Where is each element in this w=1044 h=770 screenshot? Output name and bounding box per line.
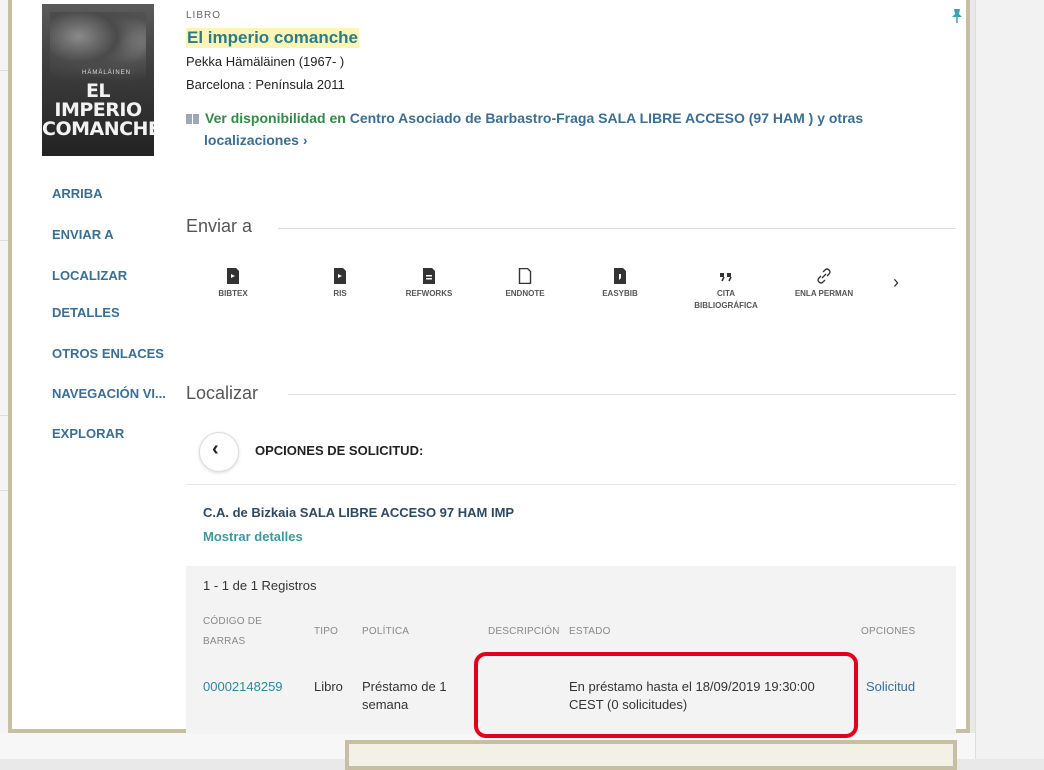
easybib-icon xyxy=(614,268,626,284)
chevron-left-icon: ‹ xyxy=(212,438,219,460)
location-name: C.A. de Bizkaia SALA LIBRE ACCESO 97 HAM… xyxy=(203,505,515,520)
availability-line[interactable]: Ver disponibilidad en Centro Asociado de… xyxy=(186,107,926,151)
send-endnote-button[interactable]: ENDNOTE xyxy=(490,268,560,300)
cover-title: EL IMPERIO COMANCHE xyxy=(42,82,154,139)
book-icon xyxy=(186,114,199,124)
send-easybib-label: EASYBIB xyxy=(602,289,638,298)
column-description: DESCRIPCIÓN xyxy=(488,626,560,637)
item-type: Libro xyxy=(314,679,343,694)
nav-item-arriba[interactable]: ARRIBA xyxy=(52,186,103,201)
nav-item-enviar[interactable]: ENVIAR A xyxy=(52,227,114,242)
nav-item-navegacion[interactable]: NAVEGACIÓN VI... xyxy=(52,386,166,401)
other-locations-link[interactable]: localizaciones › xyxy=(204,132,308,148)
locate-title: Localizar xyxy=(186,383,259,403)
show-details-link[interactable]: Mostrar detalles xyxy=(203,529,303,544)
send-endnote-label: ENDNOTE xyxy=(505,289,545,298)
records-count: 1 - 1 de 1 Registros xyxy=(203,578,317,593)
request-options-title: OPCIONES DE SOLICITUD: xyxy=(255,443,424,458)
other-locations-label: localizaciones xyxy=(204,132,299,148)
column-barcode: CÓDIGO DE BARRAS xyxy=(203,616,263,647)
send-bibtex-button[interactable]: BIBTEX xyxy=(198,268,268,300)
column-type: TIPO xyxy=(314,626,339,637)
pin-icon[interactable] xyxy=(950,8,964,24)
availability-prefix: Ver disponibilidad en xyxy=(205,110,346,126)
send-citation-label: CITA BIBLIOGRÁFICA xyxy=(694,289,758,310)
send-refworks-label: REFWORKS xyxy=(405,289,453,298)
send-permalink-button[interactable]: ENLA PERMAN xyxy=(794,268,854,300)
nav-item-otros-enlaces[interactable]: OTROS ENLACES xyxy=(52,346,164,361)
bibtex-icon xyxy=(227,268,239,284)
column-options: OPCIONES xyxy=(861,626,916,637)
nav-item-detalles[interactable]: DETALLES xyxy=(52,305,120,320)
send-citation-button[interactable]: CITA BIBLIOGRÁFICA xyxy=(691,268,761,312)
chevron-right-icon: › xyxy=(302,132,308,148)
quote-icon xyxy=(720,273,732,282)
nav-item-explorar[interactable]: EXPLORAR xyxy=(52,426,124,441)
item-policy: Préstamo de 1 semana xyxy=(362,679,447,712)
cover-title-line1: EL IMPERIO xyxy=(54,80,142,121)
send-to-title: Enviar a xyxy=(186,216,253,236)
cover-author: HÄMÄLÄINEN xyxy=(82,70,132,76)
item-barcode[interactable]: 00002148259 xyxy=(203,678,283,696)
send-ris-button[interactable]: RIS xyxy=(305,268,375,300)
record-type: LIBRO xyxy=(186,10,222,21)
availability-location[interactable]: Centro Asociado de Barbastro-Fraga SALA … xyxy=(350,110,863,126)
bottom-callout-box xyxy=(345,740,957,770)
record-author: Pekka Hämäläinen (1967- ) xyxy=(186,54,345,69)
request-link[interactable]: Solicitud xyxy=(866,678,915,696)
book-cover[interactable]: HÄMÄLÄINEN EL IMPERIO COMANCHE xyxy=(42,4,154,156)
section-divider xyxy=(278,228,956,229)
send-ris-label: RIS xyxy=(333,289,347,298)
send-permalink-label: ENLA PERMAN xyxy=(794,289,854,298)
record-title[interactable]: El imperio comanche xyxy=(186,28,359,48)
column-status: ESTADO xyxy=(569,626,611,637)
nav-item-localizar[interactable]: LOCALIZAR xyxy=(52,268,127,283)
back-button[interactable]: ‹ xyxy=(199,432,239,472)
endnote-icon xyxy=(518,268,532,284)
send-refworks-button[interactable]: REFWORKS xyxy=(394,268,464,300)
background-page-right xyxy=(975,0,1044,759)
status-highlight xyxy=(474,652,858,738)
link-icon xyxy=(817,268,831,284)
section-divider xyxy=(288,394,956,395)
cover-title-line2: COMANCHE xyxy=(42,118,154,140)
record-publication: Barcelona : Península 2011 xyxy=(186,77,345,92)
send-easybib-button[interactable]: EASYBIB xyxy=(585,268,655,300)
ris-icon xyxy=(334,268,346,284)
refworks-icon xyxy=(423,268,435,284)
chevron-right-icon[interactable]: › xyxy=(893,272,899,293)
column-policy: POLÍTICA xyxy=(362,626,410,637)
send-bibtex-label: BIBTEX xyxy=(218,289,248,298)
